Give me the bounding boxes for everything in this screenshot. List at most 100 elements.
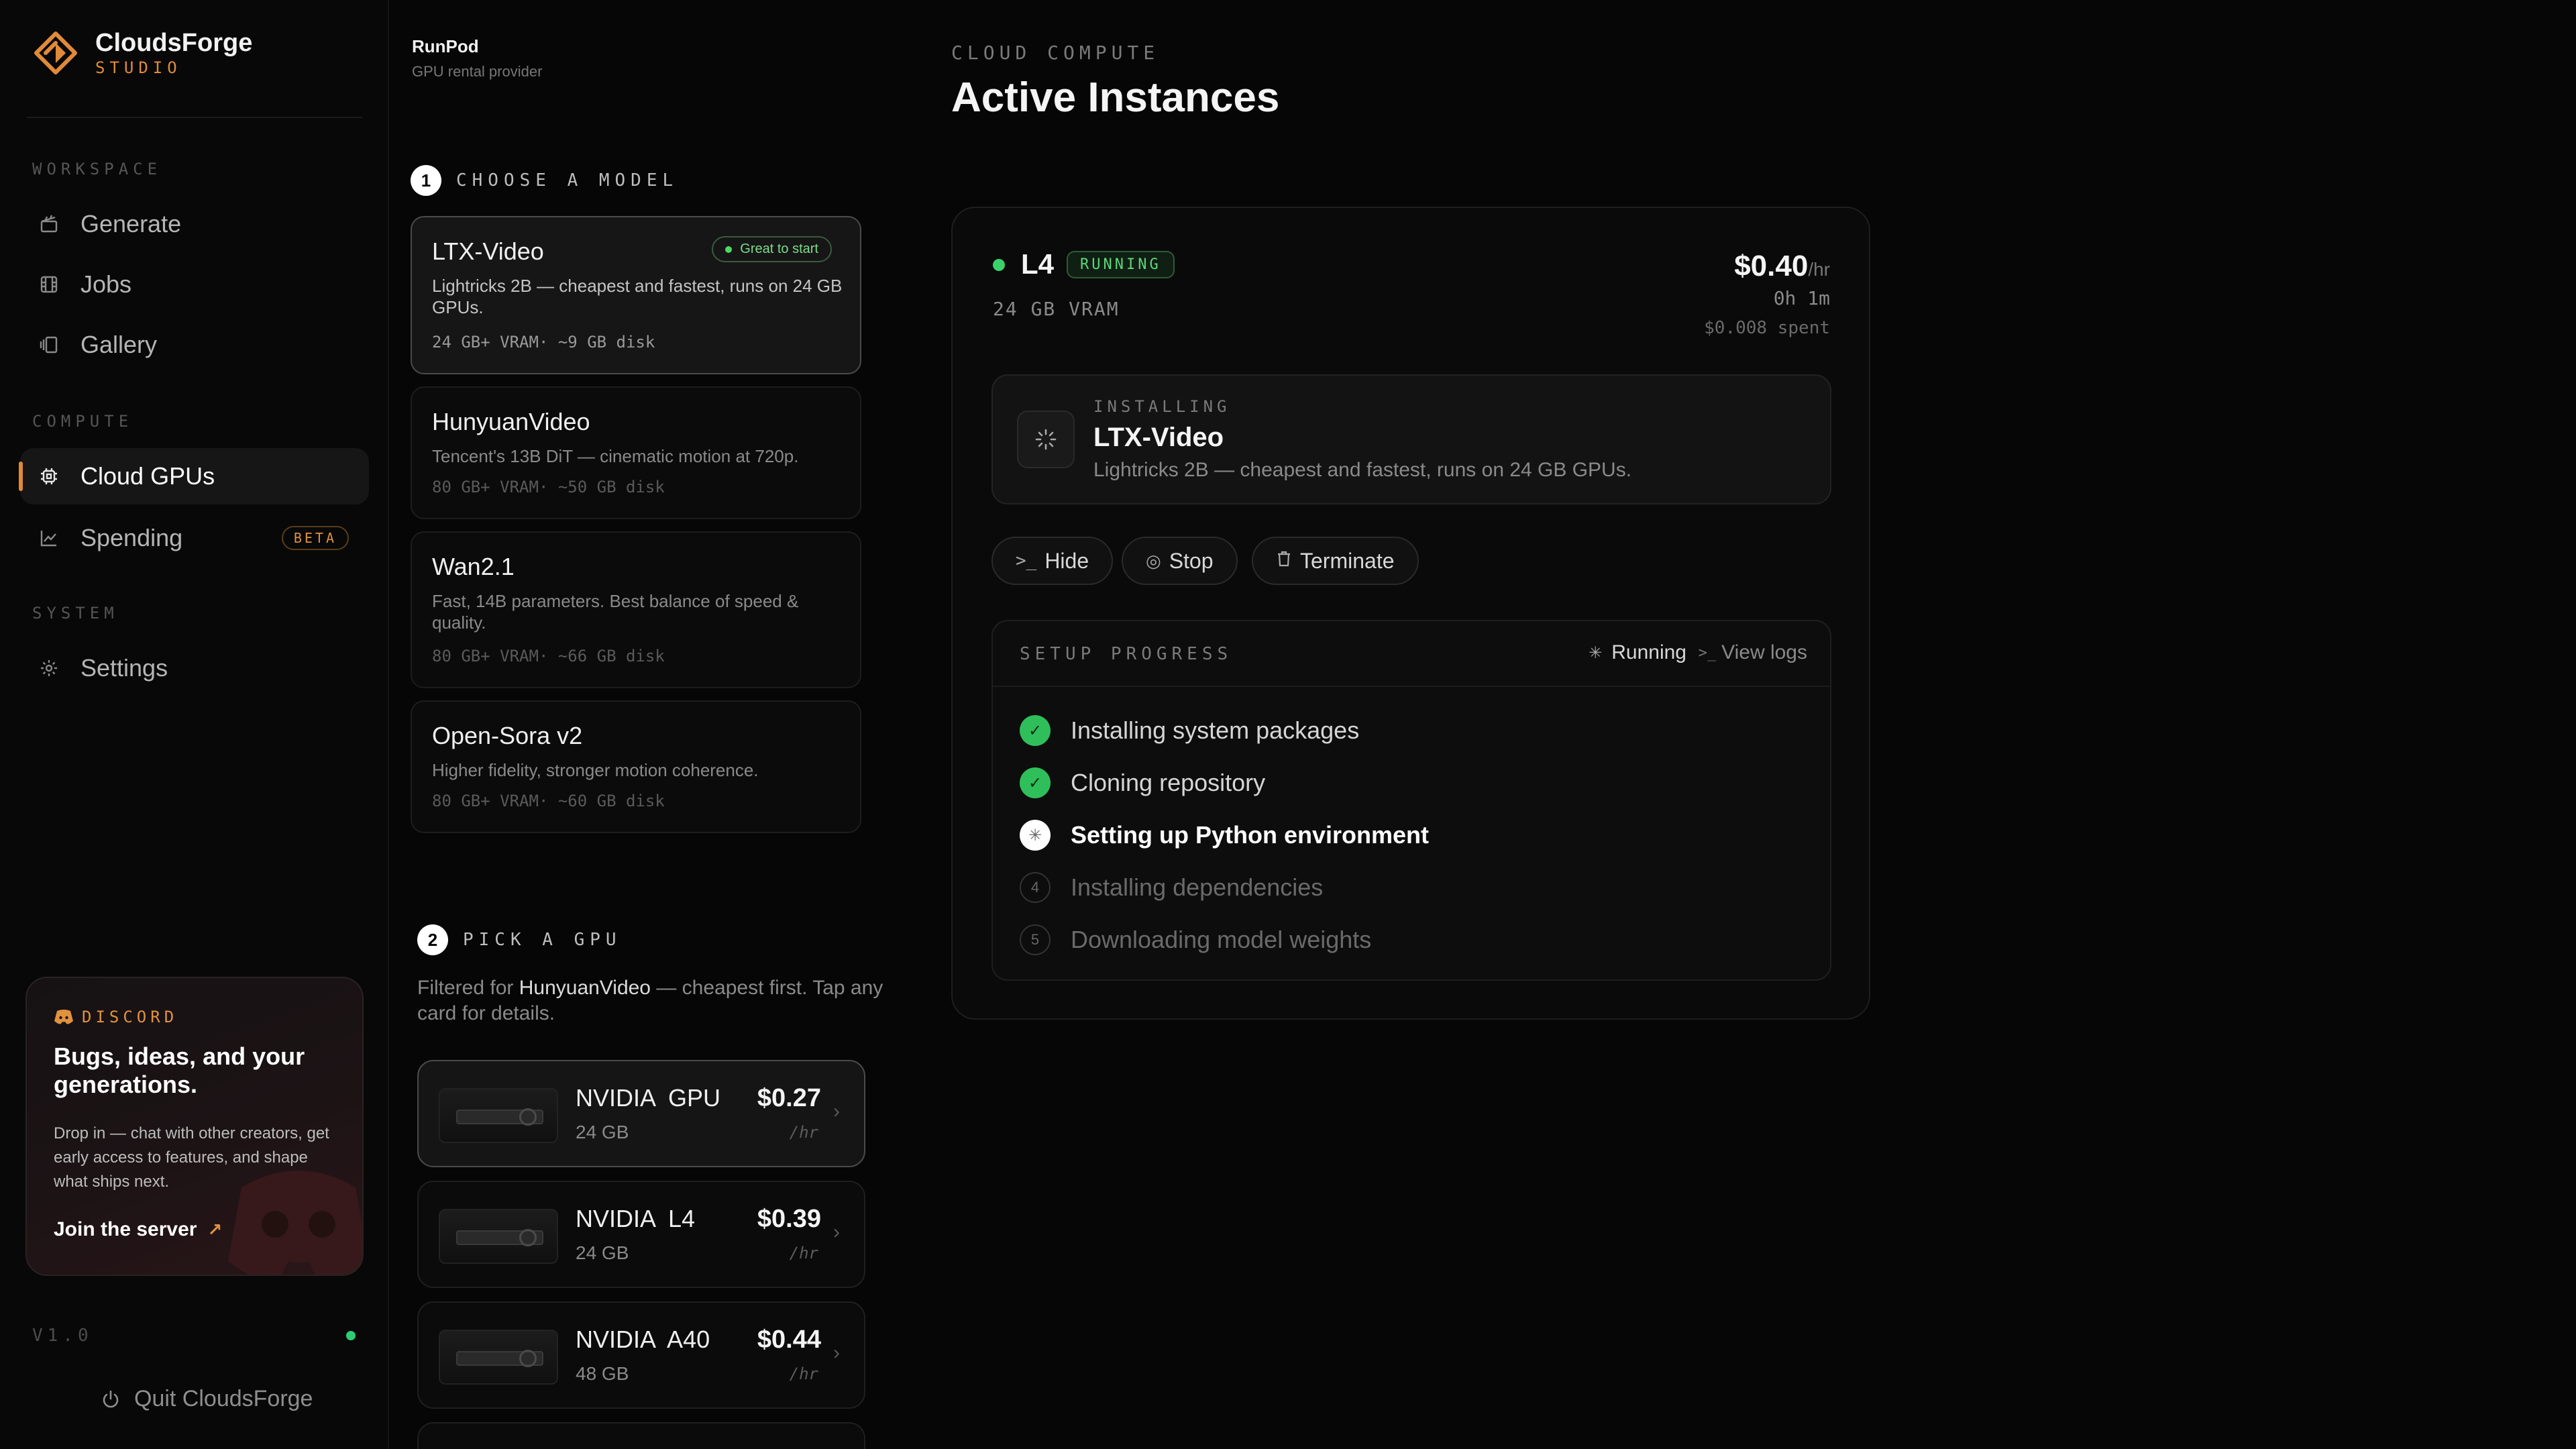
model-card-wan2-1[interactable]: Wan2.1 Fast, 14B parameters. Best balanc… [411, 531, 861, 688]
step-choose-model: 1 CHOOSE A MODEL [411, 165, 678, 196]
discord-card[interactable]: DISCORD Bugs, ideas, and your generation… [25, 977, 364, 1276]
sidebar-item-generate[interactable]: Generate [20, 196, 369, 252]
running-status-dot [993, 259, 1005, 271]
discord-title: Bugs, ideas, and your generations. [54, 1042, 305, 1098]
setup-step-label: Installing dependencies [1071, 873, 1324, 901]
filter-prefix: Filtered for [417, 977, 519, 999]
sidebar-item-label: Settings [80, 654, 168, 682]
gpu-price: $0.44 [757, 1326, 821, 1354]
gpu-price-unit: /hr [789, 1123, 818, 1142]
gallery-icon [38, 333, 60, 356]
model-spec: 80 GB+ VRAM· ~50 GB disk [432, 478, 665, 496]
brand-name: CloudsForge [95, 29, 253, 57]
brand-subtitle: STUDIO [95, 58, 182, 77]
page-title: Active Instances [951, 74, 1280, 121]
sidebar-item-label: Generate [80, 210, 182, 237]
sidebar-item-label: Spending [80, 524, 183, 551]
discord-icon [54, 1010, 73, 1024]
price-unit: /hr [1808, 259, 1830, 280]
model-spec: 24 GB+ VRAM· ~9 GB disk [432, 333, 655, 352]
divider [27, 117, 362, 118]
chevron-right-icon: › [833, 1342, 840, 1364]
price-value: $0.40 [1734, 250, 1809, 282]
sidebar-item-cloud-gpus[interactable]: Cloud GPUs [19, 448, 369, 504]
setup-step-label: Setting up Python environment [1071, 821, 1430, 849]
instance-card: L4 RUNNING 24 GB VRAM $0.40/hr 0h 1m $0.… [951, 207, 1870, 1020]
installing-model-name: LTX-Video [1093, 423, 1224, 452]
setup-step: 5 Downloading model weights [1020, 923, 1371, 957]
installing-label: INSTALLING [1093, 397, 1231, 416]
gpu-thumbnail [439, 1209, 558, 1264]
model-card-open-sora-v2[interactable]: Open-Sora v2 Higher fidelity, stronger m… [411, 700, 861, 833]
hide-label: Hide [1044, 548, 1089, 573]
setup-step-label: Cloning repository [1071, 769, 1266, 796]
sidebar-item-label: Cloud GPUs [80, 462, 215, 490]
model-description: Higher fidelity, stronger motion coheren… [432, 760, 759, 780]
instance-vram: 24 GB VRAM [993, 298, 1120, 320]
view-logs-button[interactable]: >_ View logs [1699, 641, 1807, 664]
setup-progress-panel: SETUP PROGRESS ✳ Running >_ View logs ✓ … [991, 620, 1831, 981]
beta-badge: BETA [281, 526, 349, 550]
instance-name: L4 [1021, 248, 1055, 280]
gpu-memory: 24 GB [576, 1242, 629, 1263]
gpu-name: NVIDIA L4 [576, 1205, 696, 1232]
step-number-badge: 5 [1020, 924, 1051, 955]
clapperboard-icon [38, 213, 60, 235]
gpu-card-nvidia-gpu[interactable]: NVIDIA GPU 24 GB $0.27 /hr › [417, 1060, 865, 1167]
instance-uptime: 0h 1m [1773, 287, 1830, 309]
chevron-right-icon: › [833, 1100, 840, 1122]
app-version: V1.0 [32, 1326, 93, 1346]
setup-step: ✳ Setting up Python environment [1020, 818, 1429, 852]
gpu-card-partial[interactable] [417, 1422, 865, 1449]
stop-label: Stop [1169, 548, 1214, 573]
join-server-link[interactable]: Join the server ↗ [54, 1218, 222, 1241]
terminate-button[interactable]: Terminate [1252, 537, 1419, 585]
progress-status-label: Running [1611, 641, 1686, 663]
setup-progress-title: SETUP PROGRESS [1020, 644, 1233, 664]
filter-model: HunyuanVideo [519, 977, 651, 999]
check-circle-icon: ✓ [1020, 767, 1051, 798]
instance-price: $0.40/hr [1734, 250, 1830, 283]
sidebar: CloudsForge STUDIO WORKSPACE Generate Jo… [0, 0, 389, 1449]
model-spec: 80 GB+ VRAM· ~60 GB disk [432, 792, 665, 810]
setup-step: 4 Installing dependencies [1020, 871, 1323, 904]
gpu-price: $0.27 [757, 1084, 821, 1112]
status-badge: RUNNING [1067, 251, 1175, 278]
model-card-hunyuanvideo[interactable]: HunyuanVideo Tencent's 13B DiT — cinemat… [411, 386, 861, 519]
spinner-icon: ✳ [1020, 820, 1051, 851]
model-card-ltx-video[interactable]: LTX-Video Great to start Lightricks 2B —… [411, 216, 861, 374]
installing-model-description: Lightricks 2B — cheapest and fastest, ru… [1093, 459, 1632, 481]
nav-section-system: SYSTEM [32, 604, 119, 623]
discord-mascot-icon [228, 1171, 362, 1275]
sidebar-item-label: Jobs [80, 270, 132, 298]
spinner-icon: ✳ [1589, 643, 1603, 662]
sidebar-item-jobs[interactable]: Jobs [20, 256, 369, 313]
film-icon [38, 273, 60, 296]
view-logs-label: View logs [1721, 641, 1807, 663]
gpu-card-nvidia-a40[interactable]: NVIDIA A40 48 GB $0.44 /hr › [417, 1301, 865, 1409]
sidebar-item-settings[interactable]: Settings [20, 640, 369, 696]
gpu-thumbnail [439, 1330, 558, 1385]
brand[interactable]: CloudsForge STUDIO [34, 28, 252, 78]
step-pick-gpu: 2 PICK A GPU [417, 924, 622, 955]
setup-step: ✓ Cloning repository [1020, 766, 1265, 800]
arrow-up-right-icon: ↗ [207, 1219, 223, 1240]
gpu-name: NVIDIA GPU [576, 1084, 721, 1112]
sidebar-item-gallery[interactable]: Gallery [20, 317, 369, 373]
quit-button[interactable]: Quit CloudsForge [101, 1386, 313, 1412]
sidebar-item-spending[interactable]: Spending BETA [20, 510, 369, 566]
gpu-card-nvidia-l4[interactable]: NVIDIA L4 24 GB $0.39 /hr › [417, 1181, 865, 1288]
instance-spent: $0.008 spent [1704, 318, 1830, 338]
chip-icon [38, 465, 60, 488]
hide-button[interactable]: >_ Hide [991, 537, 1114, 585]
stop-button[interactable]: ◎ Stop [1122, 537, 1238, 585]
chart-line-icon [38, 527, 60, 549]
chevron-right-icon: › [833, 1221, 840, 1243]
trash-icon [1276, 550, 1292, 572]
model-name: LTX-Video [432, 237, 544, 265]
model-name: Wan2.1 [432, 553, 515, 580]
nav-section-workspace: WORKSPACE [32, 160, 162, 178]
step-number-badge: 4 [1020, 872, 1051, 903]
step-number: 2 [417, 924, 448, 955]
step-number: 1 [411, 165, 441, 196]
